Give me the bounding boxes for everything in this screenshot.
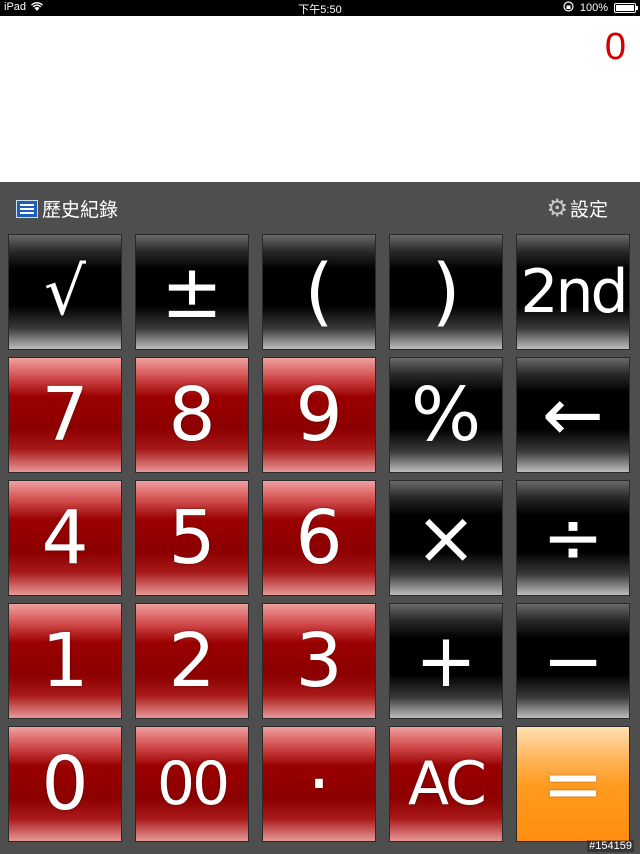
digit-9-label: 9 [295,372,343,458]
sqrt-label: √ [43,253,87,330]
backspace-button[interactable]: ← [516,357,630,473]
toolbar: 歷史紀錄 ⚙ 設定 [0,182,640,232]
close-paren-button[interactable]: ) [389,234,503,350]
digit-1-button[interactable]: 1 [8,603,122,719]
decimal-button[interactable]: · [262,726,376,842]
minus-button[interactable]: − [516,603,630,719]
settings-button[interactable]: ⚙ 設定 [546,195,608,222]
plus-minus-label: ± [160,249,223,335]
history-button[interactable]: 歷史紀錄 [16,195,118,222]
digit-3-button[interactable]: 3 [262,603,376,719]
digit-0-button[interactable]: 0 [8,726,122,842]
digit-5-button[interactable]: 5 [135,480,249,596]
percent-label: % [410,372,482,458]
equals-label: = [541,741,604,827]
digit-0-label: 0 [41,741,89,827]
sqrt-button[interactable]: √ [8,234,122,350]
digit-4-button[interactable]: 4 [8,480,122,596]
divide-label: ÷ [541,495,604,581]
battery-icon [614,3,638,13]
multiply-label: × [414,495,477,581]
digit-6-label: 6 [295,495,343,581]
double-zero-label: 00 [156,749,230,819]
equals-button[interactable]: = [516,726,630,842]
digit-8-button[interactable]: 8 [135,357,249,473]
battery-percent: 100% [579,2,608,14]
result-display: 0 [0,16,640,182]
second-function-button[interactable]: 2nd [516,234,630,350]
clock: 下午5:50 [298,4,342,16]
digit-3-label: 3 [295,618,343,704]
open-paren-button[interactable]: ( [262,234,376,350]
second-function-label: 2nd [520,257,628,327]
gear-icon: ⚙ [546,194,568,222]
open-paren-label: ( [304,249,334,335]
status-bar: iPad 下午5:50 100% [0,0,640,16]
all-clear-button[interactable]: AC [389,726,503,842]
digit-9-button[interactable]: 9 [262,357,376,473]
result-value: 0 [604,26,626,68]
digit-5-label: 5 [168,495,216,581]
percent-button[interactable]: % [389,357,503,473]
digit-2-button[interactable]: 2 [135,603,249,719]
list-icon [16,199,38,218]
multiply-button[interactable]: × [389,480,503,596]
divide-button[interactable]: ÷ [516,480,630,596]
close-paren-label: ) [431,249,461,335]
digit-7-label: 7 [41,372,89,458]
digit-2-label: 2 [168,618,216,704]
digit-7-button[interactable]: 7 [8,357,122,473]
digit-1-label: 1 [41,618,89,704]
settings-label: 設定 [569,200,608,221]
watermark: #154159 [587,840,634,852]
plus-button[interactable]: + [389,603,503,719]
history-label: 歷史紀錄 [42,200,119,221]
plus-label: + [414,618,477,704]
rotation-lock-icon [563,1,574,15]
all-clear-label: AC [408,749,487,819]
double-zero-button[interactable]: 00 [135,726,249,842]
plus-minus-button[interactable]: ± [135,234,249,350]
digit-6-button[interactable]: 6 [262,480,376,596]
backspace-arrow-icon: ← [541,372,604,458]
minus-label: − [541,618,604,704]
decimal-label: · [307,741,331,827]
digit-8-label: 8 [168,372,216,458]
digit-4-label: 4 [41,495,89,581]
